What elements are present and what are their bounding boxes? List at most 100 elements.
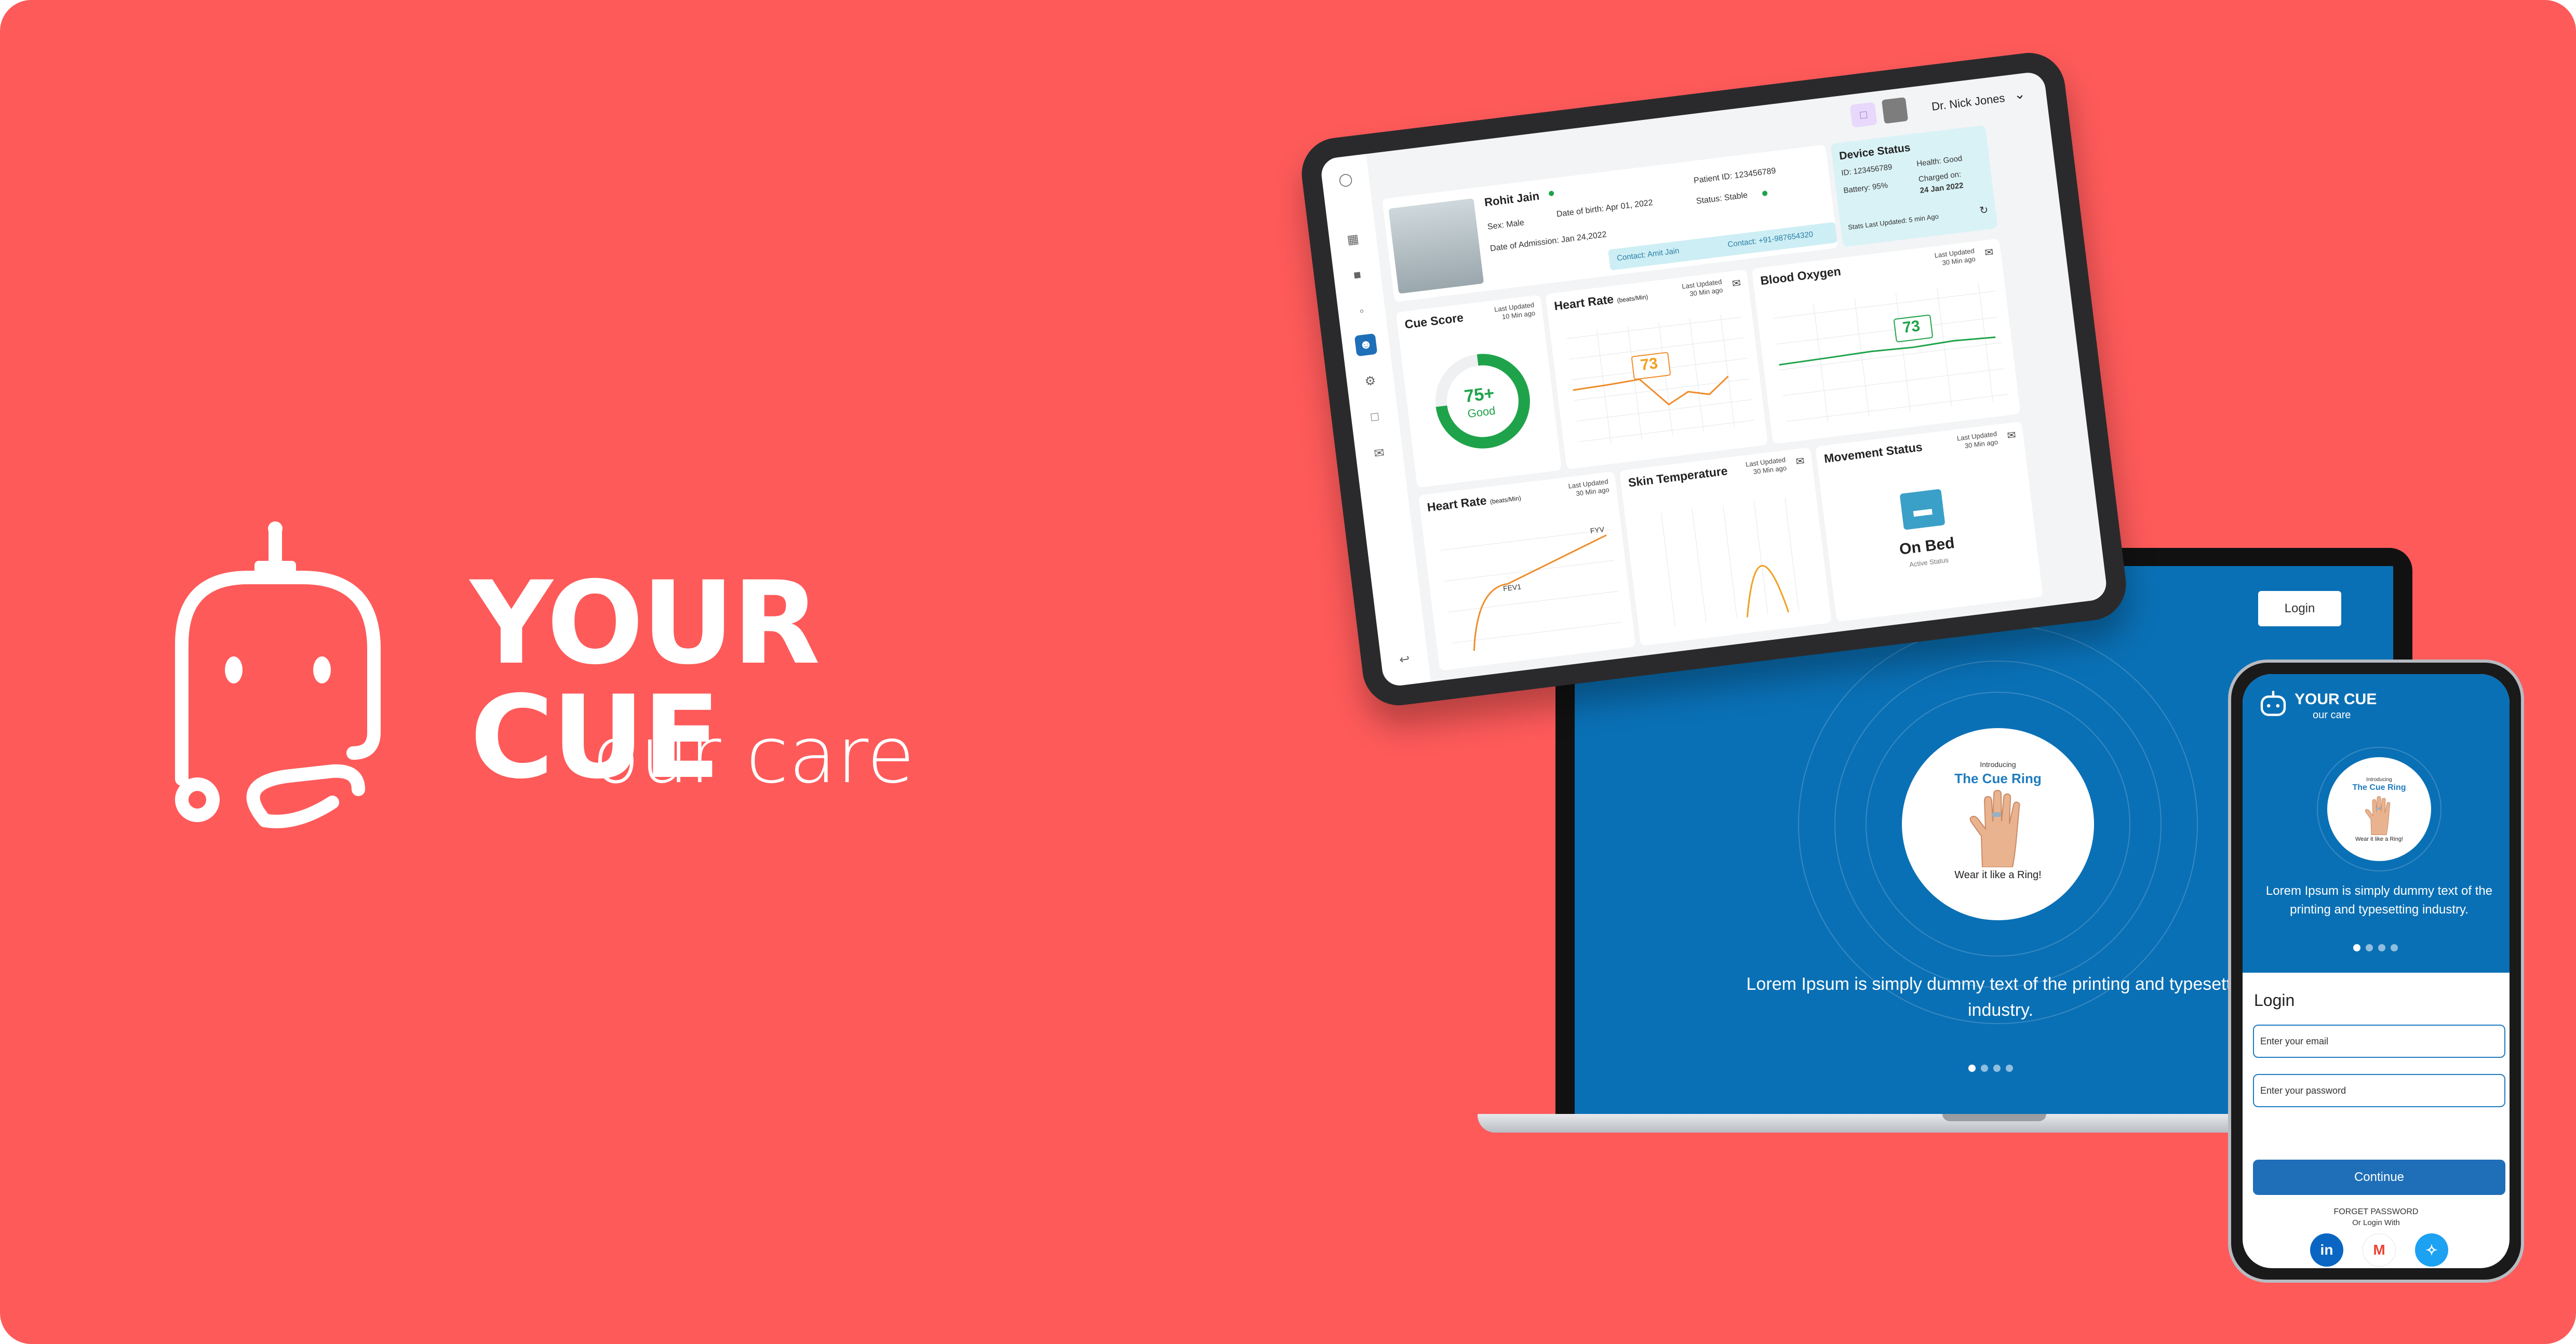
cue-score-card: Cue Score Last Updated 10 Min ago 75+ Go…: [1396, 294, 1562, 488]
ring-promo-circle: Introducing The Cue Ring Wear it like a …: [1902, 728, 2094, 920]
laptop-notch: [1942, 1114, 2046, 1121]
online-dot-icon: [1548, 190, 1554, 197]
heart-rate-trend-card: Heart Rate (beats/Min) Last Updated 30 M…: [1418, 471, 1636, 671]
laptop-login-button[interactable]: Login: [2258, 591, 2341, 626]
twitter-icon[interactable]: ✧: [2415, 1233, 2448, 1267]
carousel-dot[interactable]: [2366, 944, 2373, 951]
phone-hero: YOUR CUE our care Introducing The Cue Ri…: [2243, 674, 2510, 973]
hand-with-ring-icon: [1969, 789, 2020, 867]
cue-score-title: Cue Score: [1404, 310, 1465, 331]
heart-rate-chart: [1566, 314, 1755, 443]
blood-oxygen-card: Blood Oxygen Last Updated 30 Min ago ✉ 7…: [1751, 238, 2021, 445]
patients-icon[interactable]: ☻: [1354, 333, 1378, 357]
continue-button[interactable]: Continue: [2253, 1160, 2505, 1195]
avatar[interactable]: [1881, 97, 1909, 124]
robot-stethoscope-logo-icon: [175, 521, 381, 828]
notification-icon[interactable]: □: [1849, 102, 1877, 128]
email-field[interactable]: [2253, 1025, 2505, 1058]
user-name[interactable]: Dr. Nick Jones: [1931, 91, 2006, 114]
skin-temperature-updated: Last Updated 30 Min ago: [1745, 455, 1787, 477]
phone-screen: YOUR CUE our care Introducing The Cue Ri…: [2243, 674, 2510, 1268]
heart-rate-trend-unit: (beats/Min): [1490, 494, 1522, 506]
gmail-icon[interactable]: M: [2363, 1233, 2396, 1267]
movement-status-title: Movement Status: [1823, 440, 1923, 466]
blood-oxygen-chart: [1773, 283, 2008, 422]
cue-score-updated: Last Updated 10 Min ago: [1494, 301, 1536, 322]
tablet-dashboard: ◯ ▦ ■ ◦ ☻ ⚙ □ ✉ ↩ □ Dr. Nick Jones ⌄ Roh…: [1319, 71, 2109, 688]
carousel-dot[interactable]: [1993, 1065, 2001, 1072]
phone-carousel-dots: [2353, 944, 2398, 951]
forget-password-link[interactable]: FORGET PASSWORD: [2243, 1207, 2510, 1217]
or-login-label: Or Login With: [2352, 1218, 2400, 1227]
carousel-dot[interactable]: [2353, 944, 2360, 951]
status-dot-icon: [1762, 190, 1768, 196]
laptop-carousel-dots: [1968, 1065, 2013, 1072]
password-field[interactable]: [2253, 1074, 2505, 1107]
hospital-icon[interactable]: ■: [1346, 264, 1369, 287]
logout-icon[interactable]: ↩: [1393, 648, 1416, 671]
patient-sex: Sex: Male: [1487, 218, 1525, 232]
heart-rate-updated: Last Updated 30 Min ago: [1682, 278, 1724, 299]
laptop-description: Lorem Ipsum is simply dummy text of the …: [1746, 974, 2255, 1020]
bell-icon[interactable]: ✉: [2006, 428, 2017, 442]
carousel-dot[interactable]: [1981, 1065, 1988, 1072]
heart-rate-trend-updated: Last Updated 30 Min ago: [1568, 477, 1610, 499]
marketing-canvas: YOUR CUE our care Login Introducing The …: [0, 0, 2576, 1344]
bell-icon[interactable]: ✉: [1732, 276, 1742, 290]
patient-admission: Date of Admission: Jan 24,2022: [1490, 230, 1607, 253]
heart-rate-trend-title-text: Heart Rate: [1426, 493, 1487, 515]
blood-oxygen-title: Blood Oxygen: [1760, 264, 1842, 288]
device-icon[interactable]: □: [1363, 406, 1387, 429]
linkedin-icon[interactable]: in: [2310, 1233, 2343, 1267]
skin-temperature-card: Skin Temperature Last Updated 30 Min ago…: [1619, 447, 1832, 646]
pill-icon[interactable]: ◦: [1350, 300, 1374, 323]
promo-intro: Introducing: [2366, 777, 2392, 783]
device-battery: Battery: 95%: [1843, 181, 1888, 195]
chat-icon[interactable]: ✉: [1367, 441, 1391, 465]
promo-intro: Introducing: [1980, 760, 2016, 769]
heart-rate-trend-title: Heart Rate (beats/Min): [1426, 489, 1521, 515]
device-id: ID: 123456789: [1841, 163, 1893, 178]
bell-icon[interactable]: ✉: [1795, 454, 1805, 468]
carousel-dot[interactable]: [2006, 1065, 2013, 1072]
refresh-icon[interactable]: ↻: [1979, 203, 1989, 217]
heart-rate-title-text: Heart Rate: [1553, 292, 1615, 313]
movement-status-updated: Last Updated 30 Min ago: [1956, 429, 1998, 451]
tablet-device: ◯ ▦ ■ ◦ ☻ ⚙ □ ✉ ↩ □ Dr. Nick Jones ⌄ Roh…: [1297, 48, 2130, 710]
bell-icon[interactable]: ✉: [1984, 246, 1994, 260]
device-health: Health: Good: [1916, 154, 1963, 169]
chevron-down-icon[interactable]: ⌄: [2013, 86, 2026, 103]
app-logo-icon: ◯: [1337, 171, 1353, 187]
phone-description: Lorem Ipsum is simply dummy text of the …: [2265, 884, 2493, 917]
carousel-dot[interactable]: [1968, 1065, 1976, 1072]
settings-icon[interactable]: ⚙: [1359, 369, 1382, 393]
device-status-card: Device Status ID: 123456789 Health: Good…: [1830, 125, 1998, 247]
carousel-dot[interactable]: [2378, 944, 2385, 951]
app-logo-icon: [2260, 691, 2286, 716]
promo-caption: Wear it like a Ring!: [2355, 836, 2404, 842]
bed-icon: ▬: [1899, 489, 1946, 530]
skin-temperature-title: Skin Temperature: [1627, 464, 1728, 490]
phone-ring-promo-circle: Introducing The Cue Ring Wear it like a …: [2327, 757, 2431, 861]
phone-device: YOUR CUE our care Introducing The Cue Ri…: [2228, 660, 2524, 1283]
heart-rate-value: 73: [1639, 355, 1659, 374]
heart-rate-title: Heart Rate (beats/Min): [1553, 288, 1648, 313]
series-label-fyv: FYV: [1589, 525, 1605, 535]
blood-oxygen-value: 73: [1901, 317, 1921, 337]
stats-last-updated: Stats Last Updated: 5 min Ago: [1847, 212, 1939, 232]
promo-title: The Cue Ring: [2352, 783, 2406, 792]
patient-name: Rohit Jain: [1483, 189, 1540, 209]
heart-rate-card: Heart Rate (beats/Min) Last Updated 30 M…: [1545, 269, 1768, 469]
login-title: Login: [2254, 991, 2295, 1010]
device-status-title: Device Status: [1839, 141, 1911, 163]
charged-on-date: 24 Jan 2022: [1919, 181, 1964, 195]
promo-caption: Wear it like a Ring!: [1954, 869, 2042, 881]
skin-temperature-chart: [1661, 497, 1800, 626]
carousel-dot[interactable]: [2391, 944, 2398, 951]
phone-brand-title: YOUR CUE: [2295, 691, 2377, 708]
patient-id: Patient ID: 123456789: [1693, 166, 1777, 185]
heart-rate-unit: (beats/Min): [1616, 293, 1649, 304]
patient-dob: Date of birth: Apr 01, 2022: [1556, 198, 1654, 219]
grid-icon[interactable]: ▦: [1341, 227, 1365, 251]
patient-photo: [1388, 198, 1484, 294]
